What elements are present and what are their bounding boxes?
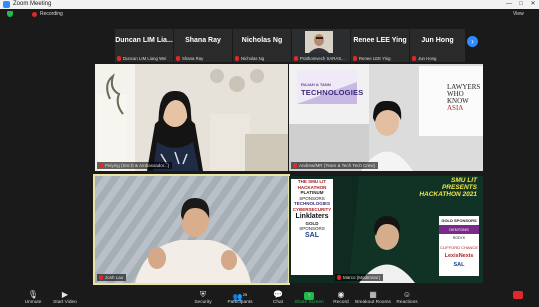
strip-tile[interactable]: Nicholas Ng Nicholas Ng bbox=[233, 29, 291, 62]
participant-tag: Duncan LIM Liang Wei bbox=[115, 55, 173, 62]
participant-name: Duncan LIM Lia... bbox=[115, 37, 173, 44]
next-page-icon[interactable]: › bbox=[467, 36, 478, 47]
muted-mic-icon bbox=[337, 275, 341, 280]
participants-button[interactable]: 👥25 Participants bbox=[220, 289, 260, 306]
muted-mic-icon bbox=[99, 275, 103, 280]
slide-brand: RAJAH & TANN bbox=[301, 82, 331, 87]
strip-tile-video[interactable]: Prathomvech SARAS... bbox=[292, 29, 350, 62]
shield-icon: ⛨ bbox=[200, 290, 206, 299]
end-meeting-button[interactable] bbox=[500, 289, 536, 299]
muted-mic-icon bbox=[235, 56, 239, 61]
muted-mic-icon bbox=[293, 163, 297, 168]
participant-tag: Marco (Moderator) bbox=[335, 274, 384, 281]
strip-tile[interactable]: Duncan LIM Lia... Duncan LIM Liang Wei bbox=[115, 29, 173, 62]
strip-tile[interactable]: Shana Ray Shana Ray bbox=[174, 29, 232, 62]
view-button[interactable]: View bbox=[513, 10, 524, 18]
participant-tag: Andrew/MR (Team & Tech Tech Crew) bbox=[291, 162, 379, 169]
window-titlebar: Zoom Meeting — □ ✕ bbox=[0, 0, 539, 9]
strip-tile[interactable]: Jun Hong Jun Hong bbox=[410, 29, 465, 62]
participant-name: Renee LEE Ying bbox=[353, 37, 407, 44]
muted-mic-icon bbox=[294, 56, 298, 61]
start-video-button[interactable]: ▶ Start Video bbox=[45, 289, 85, 306]
reactions-button[interactable]: ☺ Reactions bbox=[387, 289, 427, 306]
minimize-icon[interactable]: — bbox=[503, 0, 515, 9]
participant-name: Nicholas Ng bbox=[241, 37, 283, 44]
slide-title: TECHNOLOGIES bbox=[301, 88, 364, 97]
muted-mic-icon bbox=[176, 56, 180, 61]
meeting-topbar bbox=[0, 9, 539, 19]
video-tile-1[interactable]: Peiying (Snr.D & Ambassador...) bbox=[95, 64, 288, 171]
video-off-icon: ▶ bbox=[61, 290, 69, 299]
muted-mic-icon bbox=[117, 56, 121, 61]
participant-tag: Josh Lau bbox=[97, 274, 127, 281]
reactions-icon: ☺ bbox=[402, 290, 412, 299]
participant-tag: Nicholas Ng bbox=[233, 55, 291, 62]
sponsor-panel: GOLD SPONSORS DENTONS RODYK CLIFFORD CHA… bbox=[439, 216, 479, 276]
muted-mic-icon bbox=[353, 56, 357, 61]
hackathon-title: SMU LIT PRESENTS HACKATHON 2021 bbox=[419, 177, 477, 198]
participants-count: 25 bbox=[242, 292, 248, 297]
participant-video bbox=[95, 64, 288, 171]
maximize-icon[interactable]: □ bbox=[515, 0, 527, 9]
security-shield-icon[interactable] bbox=[7, 11, 13, 17]
security-button[interactable]: ⛨ Security bbox=[183, 289, 223, 306]
participant-video bbox=[289, 64, 483, 171]
participants-icon: 👥25 bbox=[232, 292, 248, 302]
zoom-logo-icon bbox=[3, 1, 10, 8]
video-tile-2[interactable]: RAJAH & TANN TECHNOLOGIES LAWYERS WHO KN… bbox=[289, 64, 483, 171]
participant-tag: Prathomvech SARAS... bbox=[292, 55, 350, 62]
end-meeting-icon bbox=[500, 290, 536, 299]
muted-mic-icon bbox=[99, 163, 103, 168]
participant-name: Jun Hong bbox=[421, 37, 454, 44]
lawyers-logo: LAWYERS WHO KNOW ASIA bbox=[447, 83, 481, 112]
participant-tag: Renee LEE Ying bbox=[351, 55, 409, 62]
participant-tag: Peiying (Snr.D & Ambassador...) bbox=[97, 162, 173, 169]
participant-video bbox=[95, 176, 288, 283]
recording-dot-icon bbox=[32, 12, 37, 17]
close-icon[interactable]: ✕ bbox=[527, 0, 539, 9]
video-tile-4[interactable]: THE SMU LIT HACKATHON PLATINUM SPONSORS … bbox=[289, 176, 483, 283]
hackathon-poster: THE SMU LIT HACKATHON PLATINUM SPONSORS … bbox=[291, 179, 333, 275]
participant-tag: Shana Ray bbox=[174, 55, 232, 62]
participant-name: Shana Ray bbox=[185, 37, 221, 44]
strip-tile[interactable]: Renee LEE Ying Renee LEE Ying bbox=[351, 29, 409, 62]
muted-mic-icon bbox=[412, 56, 416, 61]
window-title: Zoom Meeting bbox=[13, 1, 52, 7]
recording-label: Recording bbox=[40, 11, 63, 17]
participant-tag: Jun Hong bbox=[410, 55, 465, 62]
video-tile-active-speaker[interactable]: Josh Lau bbox=[93, 174, 290, 285]
